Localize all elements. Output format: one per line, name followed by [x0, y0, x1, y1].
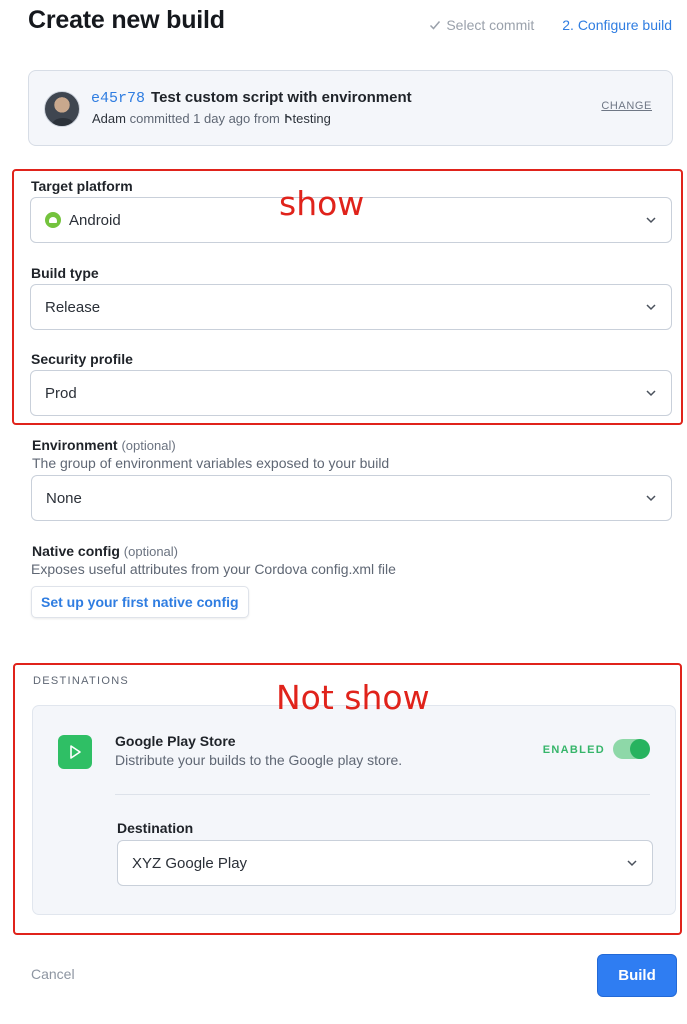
destination-value: XYZ Google Play [132, 854, 248, 872]
destination-label: Destination [117, 820, 194, 836]
step-configure-build[interactable]: 2. Configure build [562, 17, 672, 33]
commit-card: e45r78 Test custom script with environmen… [28, 70, 673, 146]
divider [115, 794, 650, 795]
annotation-show: show [279, 184, 365, 223]
destination-select[interactable]: XYZ Google Play [117, 840, 653, 886]
destinations-heading: DESTINATIONS [33, 675, 130, 687]
step-select-commit[interactable]: Select commit [429, 17, 534, 33]
commit-message: Test custom script with environment [151, 89, 412, 106]
native-config-label-text: Native config [32, 543, 120, 559]
native-config-label: Native config (optional) [32, 543, 178, 559]
commit-author: Adam [92, 111, 126, 126]
play-icon [70, 745, 81, 759]
branch-ref: testing [284, 111, 331, 126]
commit-hash[interactable]: e45r78 [91, 90, 145, 107]
setup-native-config-button[interactable]: Set up your first native config [31, 586, 249, 618]
enabled-toggle[interactable] [613, 739, 650, 759]
store-description: Distribute your builds to the Google pla… [115, 752, 403, 768]
page-title: Create new build [28, 6, 225, 34]
check-icon [430, 21, 441, 30]
environment-label-text: Environment [32, 437, 118, 453]
chevron-down-icon [646, 390, 656, 397]
change-commit-button[interactable]: CHANGE [601, 100, 652, 112]
chevron-down-icon [627, 860, 637, 867]
cancel-button[interactable]: Cancel [31, 966, 75, 982]
native-config-help: Exposes useful attributes from your Cord… [31, 561, 396, 577]
branch-name: testing [292, 111, 331, 126]
target-platform-label: Target platform [31, 178, 133, 194]
security-profile-select[interactable]: Prod [30, 370, 672, 416]
build-type-select[interactable]: Release [30, 284, 672, 330]
annotation-not-show: Not show [276, 678, 430, 717]
avatar [44, 91, 80, 127]
build-button[interactable]: Build [597, 954, 677, 997]
environment-label: Environment (optional) [32, 437, 176, 453]
status-badge: ENABLED [542, 744, 605, 756]
commit-meta: Adam committed 1 day ago from testing [92, 111, 331, 126]
android-icon [45, 212, 61, 228]
security-profile-value: Prod [45, 384, 77, 402]
branch-icon [284, 114, 292, 123]
security-profile-label: Security profile [31, 351, 133, 367]
build-type-value: Release [45, 298, 101, 316]
environment-value: None [46, 489, 82, 507]
native-config-optional: (optional) [123, 544, 178, 559]
environment-select[interactable]: None [31, 475, 672, 521]
environment-help: The group of environment variables expos… [32, 455, 390, 471]
destination-card: Google Play Store Distribute your builds… [32, 705, 676, 915]
chevron-down-icon [646, 495, 656, 502]
build-type-label: Build type [31, 265, 99, 281]
chevron-down-icon [646, 304, 656, 311]
stepper: Select commit 2. Configure build [429, 17, 672, 33]
store-name: Google Play Store [115, 733, 236, 749]
commit-line: e45r78 Test custom script with environmen… [91, 89, 412, 107]
target-platform-value: Android [69, 211, 121, 229]
environment-optional: (optional) [121, 438, 176, 453]
chevron-down-icon [646, 217, 656, 224]
google-play-icon [58, 735, 92, 769]
commit-meta-text: committed 1 day ago from [129, 111, 280, 126]
step-select-commit-label: Select commit [446, 17, 535, 33]
